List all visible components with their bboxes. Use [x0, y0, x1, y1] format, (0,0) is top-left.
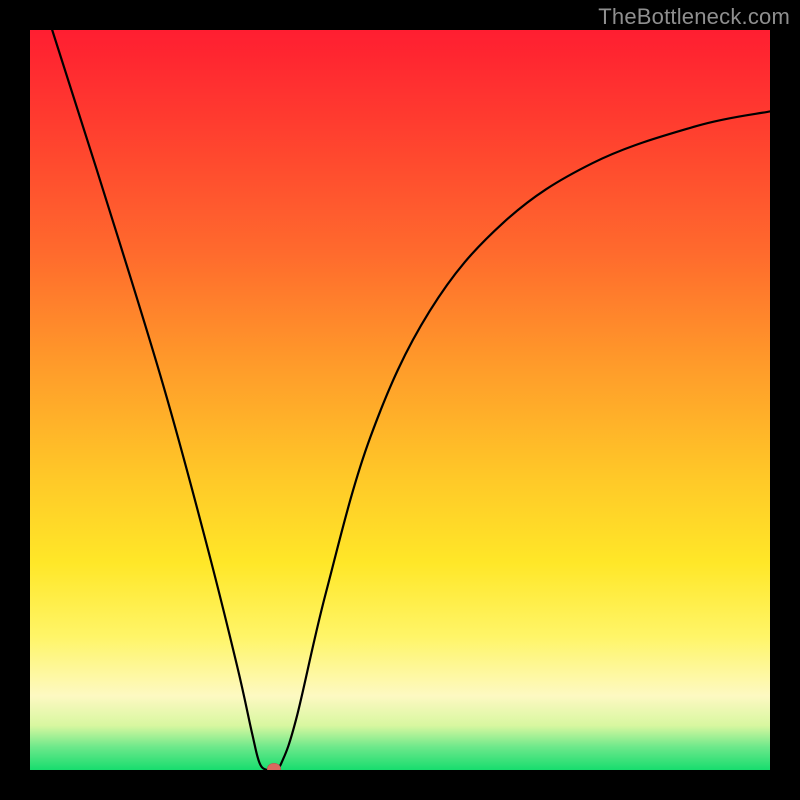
- curve-path: [52, 30, 770, 770]
- chart-frame: TheBottleneck.com: [0, 0, 800, 800]
- minimum-marker: [267, 763, 281, 770]
- plot-area: [30, 30, 770, 770]
- watermark-text: TheBottleneck.com: [598, 4, 790, 30]
- bottleneck-curve: [30, 30, 770, 770]
